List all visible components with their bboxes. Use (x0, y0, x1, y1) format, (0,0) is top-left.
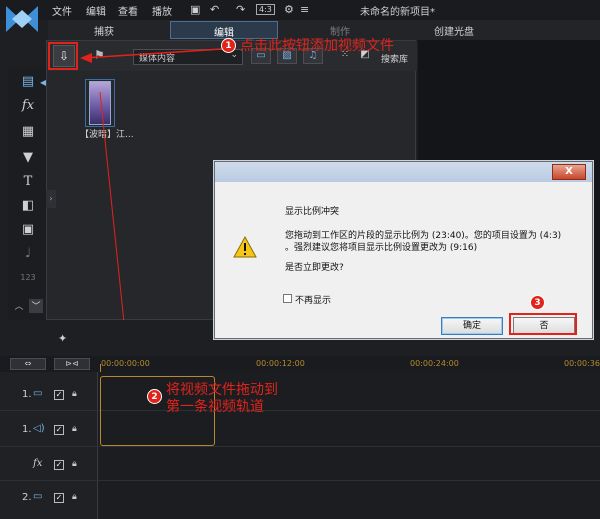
scroll-up-icon[interactable]: ︿ (12, 299, 26, 313)
track-divider (0, 480, 600, 481)
do-not-show-label: 不再显示 (295, 296, 332, 306)
lock-icon[interactable]: 🔒︎ (72, 459, 77, 469)
thumbnail-label: 【波暗】江... (80, 130, 134, 140)
tab-create-disc[interactable]: 创建光盘 (424, 23, 484, 38)
step-2-badge: 2 (147, 389, 162, 404)
overlay-icon[interactable]: ◧ (20, 198, 36, 214)
track-number: 2. (22, 492, 32, 503)
collapse-panel-icon[interactable]: › (46, 190, 56, 208)
ok-button[interactable]: 确定 (441, 317, 503, 335)
track-number: 1. (22, 424, 32, 435)
menu-view[interactable]: 查看 (118, 3, 138, 18)
filter-icon[interactable]: ▣ (20, 222, 36, 238)
track-enable-checkbox[interactable]: ✓ (54, 425, 64, 435)
track-enable-checkbox[interactable]: ✓ (54, 390, 64, 400)
undo-icon[interactable]: ↶ (210, 3, 219, 16)
magic-wand-icon[interactable]: ✦ (58, 332, 67, 345)
step-2-note-line1: 将视频文件拖动到 (166, 382, 278, 398)
menu-play[interactable]: 播放 (152, 3, 172, 18)
fx-icon[interactable]: fx (20, 98, 36, 114)
dialog-heading: 显示比例冲突 (285, 207, 340, 217)
step-1-badge: 1 (221, 38, 236, 53)
warning-icon (233, 236, 257, 258)
lock-icon[interactable]: 🔒︎ (72, 389, 77, 399)
menu-bar: 文件 编辑 查看 播放 ▣ ↶ ↷ 4:3 ⚙ ≡ 未命名的新项目* (0, 0, 600, 32)
project-title: 未命名的新项目* (360, 7, 435, 18)
plugin-icon[interactable]: ⚑ (94, 48, 105, 62)
counter-icon[interactable]: 123 (20, 270, 36, 286)
step-1-note: 点击此按钮添加视频文件 (240, 38, 394, 54)
dialog-message-line2: 。强烈建议您将项目显示比例设置更改为 (9:16) (285, 243, 478, 253)
save-icon[interactable]: ▣ (190, 3, 200, 16)
fit-track-button[interactable]: ⇔ (10, 358, 46, 370)
fx-track-icon: fx (33, 458, 43, 469)
side-toolbar: ▤ fx ▦ ▼ T ◧ ▣ ♩ 123 (8, 68, 46, 320)
do-not-show-checkbox[interactable] (283, 294, 292, 303)
scroll-down-icon[interactable]: ﹀ (29, 299, 43, 313)
step-3-badge: 3 (530, 295, 545, 310)
microphone-icon[interactable]: ♩ (20, 246, 36, 262)
dialog-question: 是否立即更改? (285, 263, 344, 273)
tab-produce[interactable]: 制作 (320, 23, 360, 38)
track-number: 1. (22, 389, 32, 400)
video-thumbnail[interactable] (89, 81, 111, 125)
dialog-titlebar: X (215, 162, 592, 182)
lock-icon[interactable]: 🔒︎ (72, 492, 77, 502)
menu-file[interactable]: 文件 (52, 3, 72, 18)
menu-edit[interactable]: 编辑 (86, 3, 106, 18)
video-track-icon: ▭ (33, 491, 43, 502)
app-logo-icon (6, 6, 38, 32)
title-effect-icon[interactable]: ▼ (20, 150, 36, 166)
aspect-ratio-button[interactable]: 4:3 (256, 4, 275, 15)
settings-gear-icon[interactable]: ⚙ (284, 3, 294, 16)
tab-capture[interactable]: 捕获 (84, 23, 124, 38)
track-enable-checkbox[interactable]: ✓ (54, 460, 64, 470)
ruler-time-1: 00:00:12:00 (256, 359, 305, 368)
ruler-time-3: 00:00:36:0 (564, 359, 600, 368)
video-track-icon: ▭ (33, 388, 43, 399)
redo-icon[interactable]: ↷ (236, 3, 245, 16)
ruler-time-2: 00:00:24:00 (410, 359, 459, 368)
step-2-note-line2: 第一条视频轨道 (166, 399, 264, 415)
track-manager-button[interactable]: ⊳⊲ (54, 358, 90, 370)
track-enable-checkbox[interactable]: ✓ (54, 493, 64, 503)
ruler-time-0: 00:00:00:00 (101, 359, 150, 368)
no-button-highlight (509, 313, 577, 335)
mode-tabs: 捕获 编辑 制作 创建光盘 (48, 20, 600, 40)
text-icon[interactable]: T (20, 174, 36, 190)
more-icon[interactable]: ≡ (300, 3, 309, 16)
import-highlight (48, 42, 78, 70)
transition-icon[interactable]: ▦ (20, 124, 36, 140)
close-button[interactable]: X (552, 164, 586, 180)
media-icon[interactable]: ▤ (20, 74, 36, 90)
audio-track-icon: ◁) (33, 423, 45, 434)
track-divider (0, 410, 600, 411)
track-divider (0, 446, 600, 447)
lock-icon[interactable]: 🔒︎ (72, 424, 77, 434)
tab-edit[interactable]: 编辑 (170, 21, 278, 39)
media-select-value: 媒体内容 (139, 54, 176, 64)
